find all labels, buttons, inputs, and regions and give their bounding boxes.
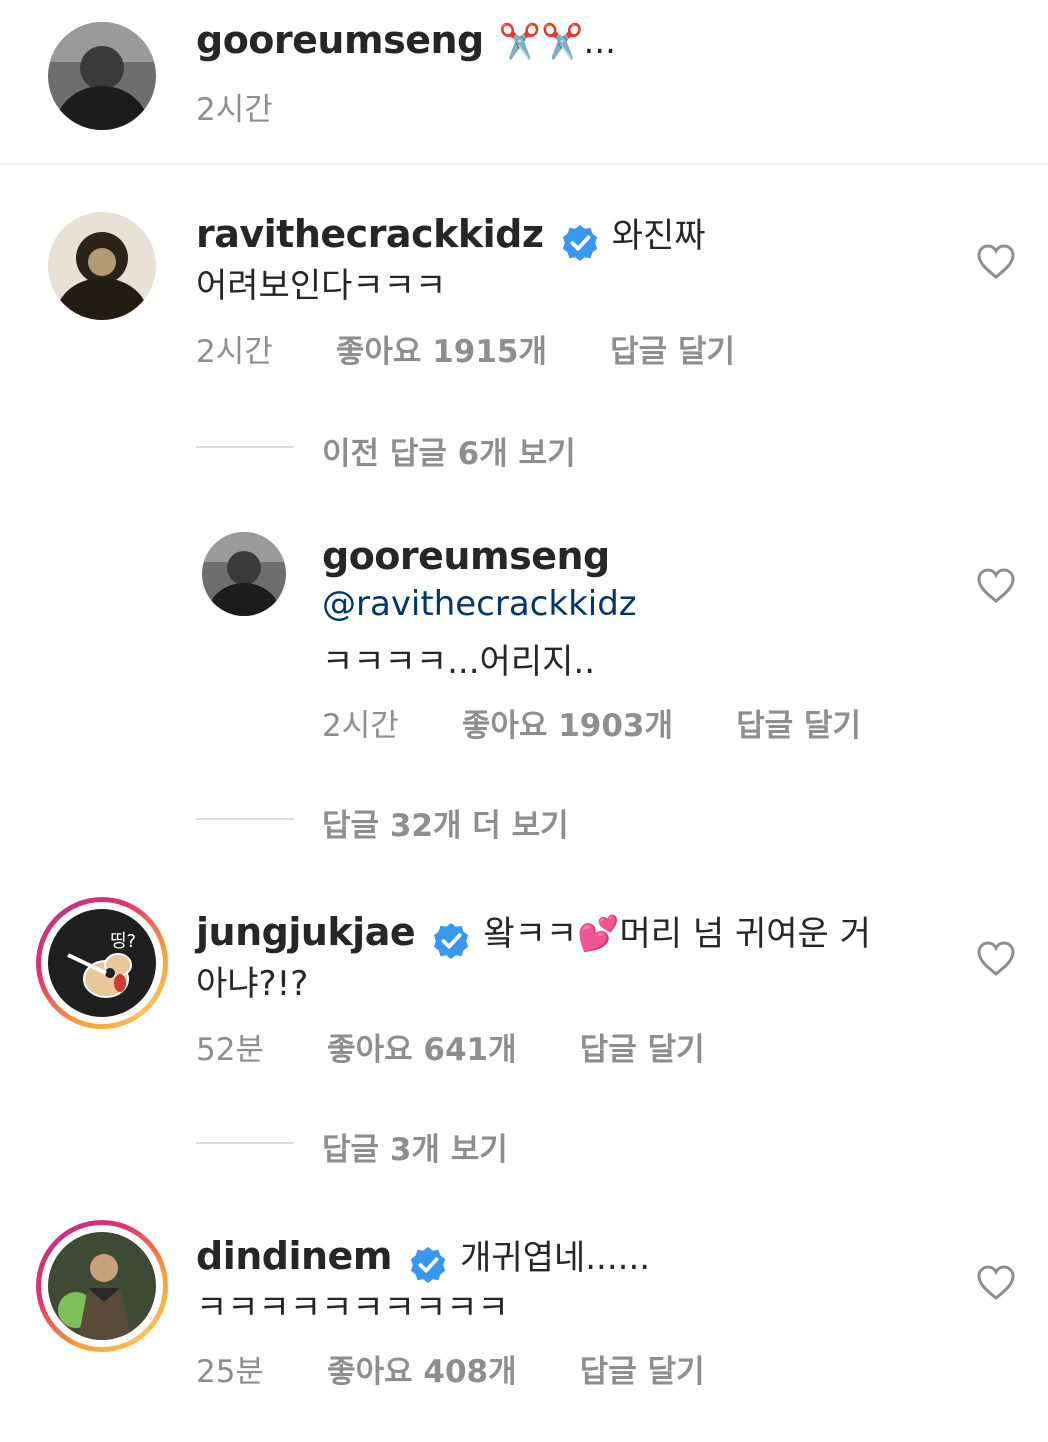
likes-count[interactable]: 좋아요 641개 [327,1032,517,1068]
comment-time: 2시간 [322,708,399,744]
divider [0,163,1048,165]
comment-time: 52분 [196,1032,264,1068]
comment-time: 25분 [196,1354,264,1390]
comment-text: 어려보인다ㅋㅋㅋ [196,266,447,306]
avatar[interactable] [48,212,156,320]
heart-outline-icon[interactable] [976,568,1016,604]
comment-text: ㅋㅋㅋㅋㅋㅋㅋㅋㅋㅋ [196,1288,509,1328]
verified-badge-icon [434,922,469,959]
divider [196,818,294,820]
reply-button[interactable]: 답글 달기 [580,1354,705,1390]
caption-username[interactable]: gooreumseng [196,18,484,62]
avatar[interactable] [202,532,286,616]
comment-username[interactable]: gooreumseng [322,534,610,578]
comment-text: 머리 넘 귀여운 거 [619,914,871,954]
comment-text: ㅋㅋㅋㅋ...어리지.. [322,642,595,682]
comment-time: 2시간 [196,334,273,370]
comment-username[interactable]: jungjukjae [196,910,416,954]
reply-button[interactable]: 답글 달기 [580,1032,705,1068]
avatar[interactable]: 띵? [48,909,156,1017]
likes-count[interactable]: 좋아요 1915개 [336,334,547,370]
avatar[interactable] [48,22,156,130]
verified-badge-icon [562,224,597,261]
comment-username[interactable]: dindinem [196,1234,392,1278]
likes-count[interactable]: 좋아요 408개 [327,1354,517,1390]
caption-time: 2시간 [196,92,273,128]
caption-text: ✂️✂️... [498,22,616,62]
likes-count[interactable]: 좋아요 1903개 [462,708,673,744]
mention-link[interactable]: @ravithecrackkidz [322,584,637,624]
reply-button[interactable]: 답글 달기 [610,334,735,370]
comment-text: 개귀엽네...... [460,1238,651,1278]
divider [196,446,294,448]
heart-outline-icon[interactable] [976,941,1016,977]
avatar-label: 띵? [110,931,137,952]
view-replies-button[interactable]: 답글 32개 더 보기 [322,800,569,845]
avatar[interactable] [48,1232,156,1340]
two-hearts-icon: 💕 [577,914,620,954]
view-replies-button[interactable]: 답글 3개 보기 [322,1124,508,1169]
verified-badge-icon [410,1246,446,1283]
view-replies-button[interactable]: 이전 답글 6개 보기 [322,428,576,473]
comment-text: 아냐?!? [196,964,309,1004]
heart-outline-icon[interactable] [976,1265,1016,1301]
comment-text: 와진짜 [611,216,706,256]
comment-text: 왘ㅋㅋ [483,914,578,954]
heart-outline-icon[interactable] [976,244,1016,280]
comment-username[interactable]: ravithecrackkidz [196,212,544,256]
divider [196,1142,294,1144]
reply-button[interactable]: 답글 달기 [736,708,861,744]
